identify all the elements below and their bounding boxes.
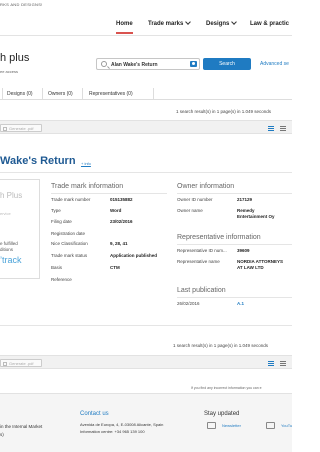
owner-heading: Owner information	[177, 183, 235, 190]
generate-pdf-button[interactable]: Generate .pdf	[0, 359, 42, 367]
tab-divider	[2, 88, 3, 100]
tab-divider	[153, 88, 154, 100]
results-toolbar-bottom: Generate .pdf	[0, 355, 292, 369]
tab-divider	[42, 88, 43, 100]
main-nav: Home Trade marks Designs Law & practic	[0, 14, 292, 36]
filing-date-value: 23/02/2016	[110, 219, 133, 224]
results-summary: 1 search result(s) in 1 page(s) in 1.049…	[176, 109, 272, 114]
filing-date-label: Filing date	[51, 219, 72, 224]
tm-info-heading: Trade mark information	[51, 183, 124, 190]
chevron-down-icon	[231, 19, 238, 25]
footer: in the Internal Market s) Contact us Ave…	[0, 393, 292, 452]
tm-type-value: Word	[110, 208, 122, 213]
publication-heading: Last publication	[177, 287, 226, 294]
newsletter-link[interactable]: Newsletter	[222, 423, 241, 428]
app-title: h plus	[0, 52, 30, 64]
divider	[177, 193, 292, 194]
youtube-link[interactable]: YouTu	[281, 423, 292, 428]
rep-id-value: 39609	[237, 248, 250, 253]
search-icon	[101, 61, 107, 67]
tm-number-value: 015135882	[110, 197, 133, 202]
nav-home[interactable]: Home	[116, 21, 133, 34]
stay-updated-heading: Stay updated	[204, 411, 240, 417]
list-view-icon[interactable]	[268, 126, 274, 131]
publication-date: 26/02/2016	[177, 301, 200, 306]
grid-view-icon[interactable]	[280, 361, 286, 366]
rep-name-value[interactable]: NORDIA ATTORNEYS AT LAW LTD	[237, 259, 283, 271]
divider	[177, 244, 292, 245]
owner-id-label: Owner ID number	[177, 197, 213, 202]
registration-date-label: Registration date	[51, 231, 86, 236]
active-underline	[116, 32, 133, 34]
trademark-image[interactable]: h Plus ervice e fulfilled ditions ’track	[0, 179, 40, 279]
generate-pdf-button[interactable]: Generate .pdf	[0, 124, 42, 132]
app-subtitle: ee access	[0, 69, 19, 74]
basis-label: Basis	[51, 265, 63, 270]
divider	[51, 193, 167, 194]
basis-value: CTM	[110, 265, 120, 270]
contact-heading[interactable]: Contact us	[80, 411, 109, 417]
footer-link[interactable]: in the Internal Market	[0, 424, 42, 429]
results-toolbar: Generate .pdf	[0, 120, 292, 134]
top-bar: rks and designs!	[0, 0, 292, 10]
nav-designs[interactable]: Designs	[206, 19, 238, 27]
grid-view-icon[interactable]	[280, 126, 286, 131]
results-summary-bottom: 1 search result(s) in 1 page(s) in 1.049…	[173, 343, 269, 348]
nav-trade-marks[interactable]: Trade marks	[148, 19, 192, 27]
contact-phone: Information centre: +34 965 139 100	[80, 429, 145, 434]
tab-designs[interactable]: Designs (0)	[7, 91, 33, 97]
representative-heading: Representative information	[177, 234, 261, 241]
tm-type-label: Type	[51, 208, 61, 213]
trademark-card: h Plus ervice e fulfilled ditions ’track…	[0, 172, 292, 326]
owner-name-value[interactable]: Remedy Entertainment Oy	[237, 208, 275, 220]
search-value: Alan Wake's Return	[111, 62, 158, 68]
newsletter-icon[interactable]	[207, 422, 216, 429]
tm-status-label: Trade mark status	[51, 253, 88, 258]
pdf-icon	[3, 127, 7, 131]
rep-id-label: Representative ID num...	[177, 248, 227, 253]
footer-link[interactable]: s)	[0, 432, 4, 437]
tab-representatives[interactable]: Representatives (0)	[89, 91, 133, 97]
tm-number-label: Trade mark number	[51, 197, 91, 202]
nav-law-practice[interactable]: Law & practic	[250, 21, 289, 27]
divider	[177, 297, 292, 298]
result-tabs: Designs (0) Owners (0) Representatives (…	[0, 88, 292, 100]
reference-label: Reference	[51, 277, 72, 282]
trademark-title[interactable]: Wake's Return	[0, 155, 76, 167]
publication-section-link[interactable]: A.1	[237, 301, 244, 307]
youtube-icon[interactable]	[266, 422, 275, 429]
tm-status-value: Application published	[110, 253, 157, 258]
search-button[interactable]: Search	[203, 58, 251, 70]
search-input[interactable]: Alan Wake's Return	[96, 58, 200, 70]
rep-name-label: Representative name	[177, 259, 220, 264]
owner-id-value: 217129	[237, 197, 253, 202]
chevron-down-icon	[185, 19, 192, 25]
nice-class-label: Nice Classification	[51, 241, 88, 246]
contact-address: Avenida de Europa, 4, E-03008 Alicante, …	[80, 422, 164, 427]
site-tagline: rks and designs!	[0, 2, 43, 7]
camera-icon[interactable]	[190, 61, 197, 67]
tab-divider	[82, 88, 83, 100]
advanced-search-link[interactable]: Advanced se	[260, 61, 289, 67]
nice-class-value: 9, 28, 41	[110, 241, 128, 246]
pdf-icon	[3, 362, 7, 366]
list-view-icon[interactable]	[268, 361, 274, 366]
incorrect-info-hint: If you find any incorrect information yo…	[191, 386, 262, 390]
owner-name-label: Owner name	[177, 208, 203, 213]
info-link[interactable]: + info	[81, 161, 91, 166]
tab-owners[interactable]: Owners (0)	[48, 91, 73, 97]
